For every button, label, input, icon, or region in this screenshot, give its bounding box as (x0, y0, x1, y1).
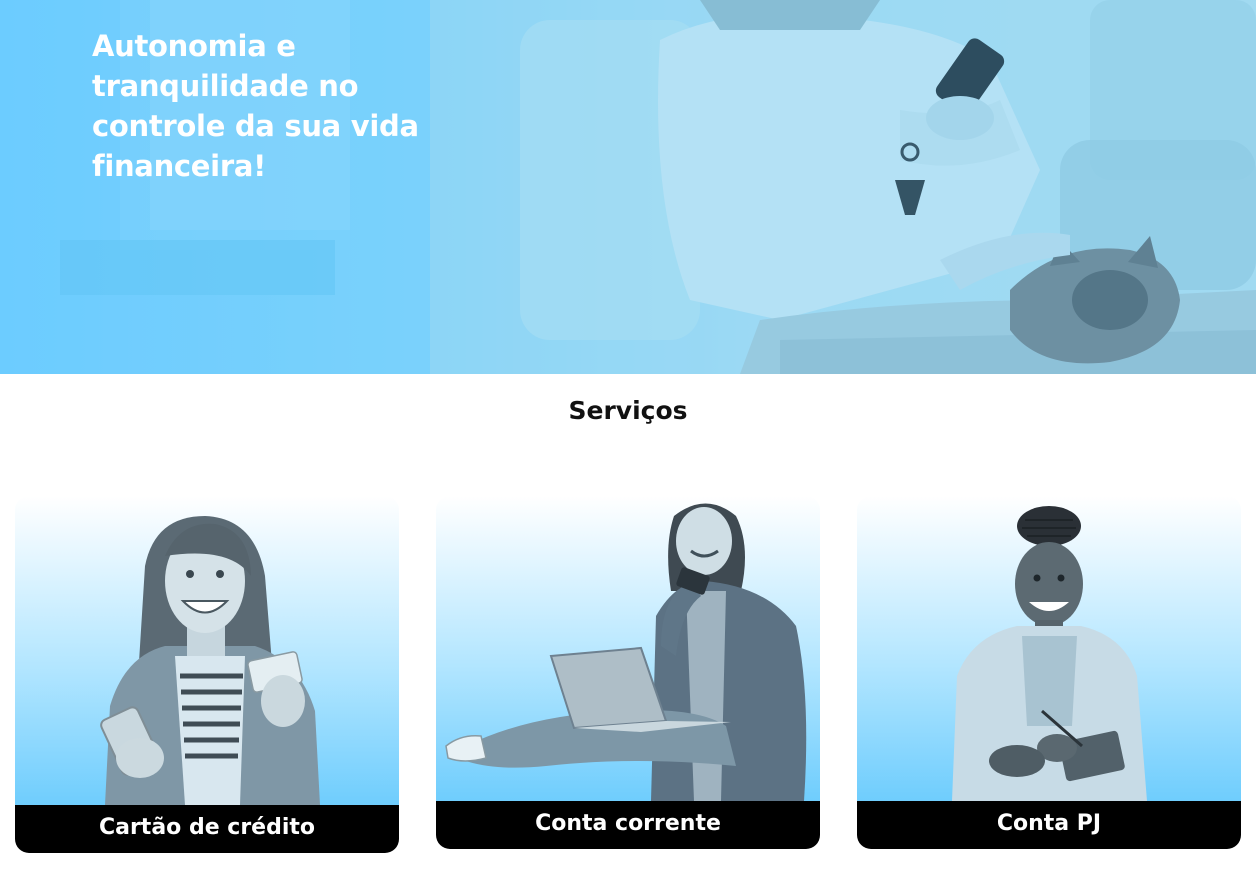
woman-in-blazer-image (952, 506, 1147, 801)
hero-banner: Autonomia e tranquilidade no controle da… (0, 0, 1256, 374)
hero-title: Autonomia e tranquilidade no controle da… (92, 29, 419, 183)
service-card-business-account[interactable]: Conta PJ (857, 496, 1241, 849)
card-label-business-account: Conta PJ (857, 801, 1241, 849)
services-heading: Serviços (568, 396, 688, 425)
woman-with-credit-card-image (100, 516, 320, 805)
card-image-checking-account (436, 496, 820, 801)
card-image-credit-card (15, 496, 399, 805)
card-label-credit-card: Cartão de crédito (15, 805, 399, 853)
card-label-checking-account: Conta corrente (436, 801, 820, 849)
service-card-credit-card[interactable]: Cartão de crédito (15, 496, 399, 853)
card-image-business-account (857, 496, 1241, 801)
man-with-laptop-image (445, 503, 807, 801)
service-card-checking-account[interactable]: Conta corrente (436, 496, 820, 849)
